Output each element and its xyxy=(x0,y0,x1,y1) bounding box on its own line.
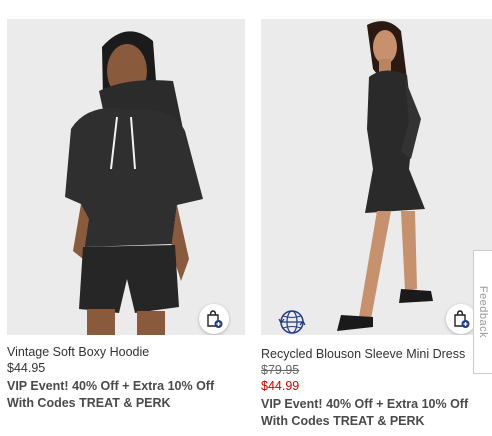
quick-add-bag-button[interactable] xyxy=(199,304,229,334)
product-name-link[interactable]: Recycled Blouson Sleeve Mini Dress xyxy=(261,346,492,362)
product-info-hoodie: Vintage Soft Boxy Hoodie $44.95 VIP Even… xyxy=(7,344,247,412)
product-price: $44.95 xyxy=(7,361,46,375)
shopping-bag-plus-icon xyxy=(207,310,223,328)
dress-model-illustration xyxy=(261,19,492,335)
promo-line-1: VIP Event! 40% Off + Extra 10% Off xyxy=(7,379,215,393)
feedback-label: Feedback xyxy=(477,285,489,339)
hoodie-model-illustration xyxy=(7,19,245,335)
shopping-bag-plus-icon xyxy=(454,310,470,328)
sale-price: $44.99 xyxy=(261,379,300,393)
product-image-hoodie[interactable] xyxy=(7,19,245,335)
promo-line-2: With Codes TREAT & PERK xyxy=(261,414,425,428)
product-info-dress: Recycled Blouson Sleeve Mini Dress $79.9… xyxy=(261,346,492,430)
globe-recycled-icon xyxy=(278,310,306,334)
product-image-dress[interactable] xyxy=(261,19,492,335)
quick-add-bag-button[interactable] xyxy=(446,304,476,334)
promo-text: VIP Event! 40% Off + Extra 10% Off With … xyxy=(261,396,492,430)
product-name-link[interactable]: Vintage Soft Boxy Hoodie xyxy=(7,344,247,360)
feedback-tab[interactable]: Feedback xyxy=(473,250,492,374)
promo-line-2: With Codes TREAT & PERK xyxy=(7,396,171,410)
promo-text: VIP Event! 40% Off + Extra 10% Off With … xyxy=(7,378,247,412)
promo-line-1: VIP Event! 40% Off + Extra 10% Off xyxy=(261,397,469,411)
original-price: $79.95 xyxy=(261,363,300,377)
